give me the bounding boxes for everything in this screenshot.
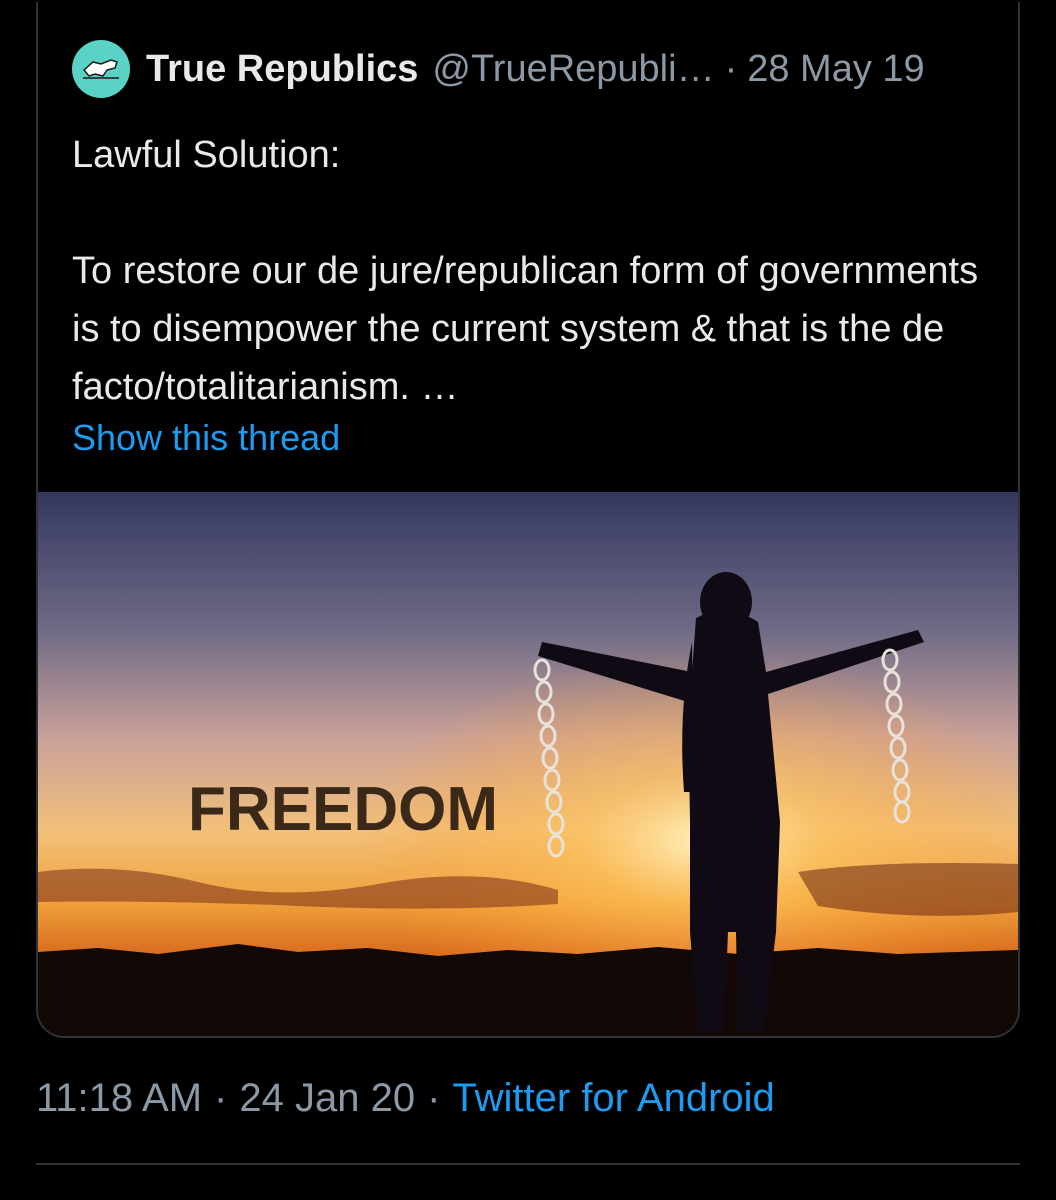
quoted-tweet-header: True Republics @TrueRepubli… · 28 May 19 (72, 40, 1012, 98)
tweet-image[interactable]: FREEDOM (38, 492, 1018, 1036)
tweet-date[interactable]: 28 May 19 (747, 48, 924, 91)
tweet-date[interactable]: 24 Jan 20 (239, 1076, 415, 1120)
tweet-text-paragraph: To restore our de jure/republican form o… (72, 250, 979, 408)
user-handle[interactable]: @TrueRepubli… (432, 48, 714, 91)
tweet-text-line: Lawful Solution: (72, 134, 341, 176)
separator-dot: · (427, 1076, 441, 1120)
avatar[interactable] (72, 40, 130, 98)
divider (36, 1163, 1020, 1165)
state-map-icon (82, 59, 119, 79)
separator-dot: · (724, 47, 738, 90)
freedom-sunset-image: FREEDOM (38, 492, 1018, 1036)
quoted-tweet-card[interactable]: True Republics @TrueRepubli… · 28 May 19… (36, 2, 1020, 1038)
display-name[interactable]: True Republics (146, 48, 418, 91)
separator-dot: · (214, 1076, 228, 1120)
tweet-source-link[interactable]: Twitter for Android (452, 1076, 774, 1120)
freedom-overlay-text: FREEDOM (188, 775, 498, 844)
tweet-meta: 11:18 AM · 24 Jan 20 · Twitter for Android (36, 1076, 775, 1121)
tweet-text: Lawful Solution: To restore our de jure/… (72, 126, 1002, 416)
show-thread-link[interactable]: Show this thread (72, 417, 340, 459)
tweet-time[interactable]: 11:18 AM (36, 1076, 202, 1120)
